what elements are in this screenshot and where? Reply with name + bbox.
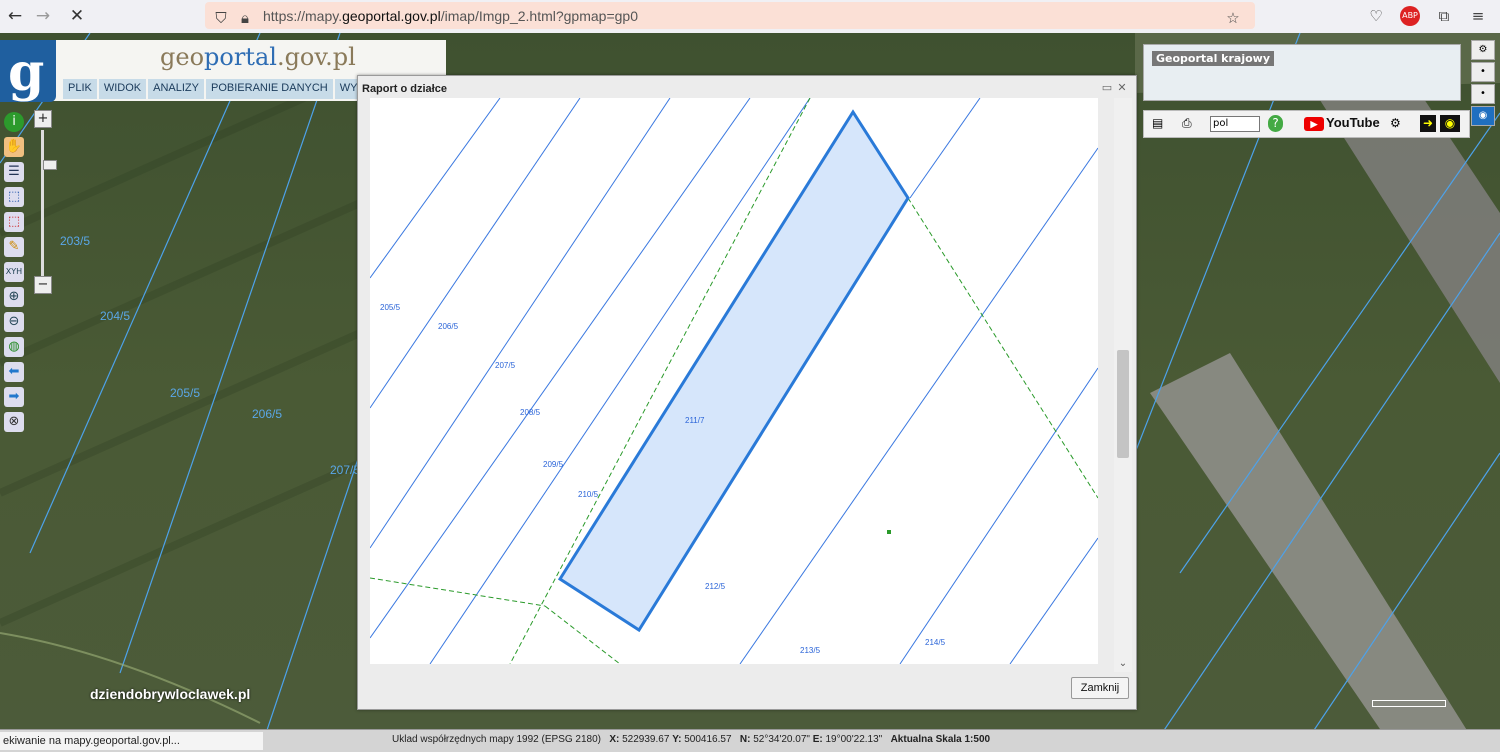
scroll-down-icon[interactable]: ⌄ bbox=[1116, 658, 1130, 670]
stop-icon[interactable]: ✕ bbox=[66, 5, 88, 27]
pencil-icon[interactable]: ✎ bbox=[4, 237, 24, 257]
select-area-icon[interactable]: ⬚ bbox=[4, 212, 24, 232]
right-side-buttons: ⚙ • • ◉ bbox=[1471, 40, 1495, 128]
map-parcel-label: 204/5 bbox=[100, 309, 131, 323]
status-bar: ekiwanie na mapy.geoportal.gov.pl... Ukl… bbox=[0, 729, 1500, 752]
menu-plik[interactable]: PLIK bbox=[63, 79, 97, 99]
visibility-icon[interactable]: ◉ bbox=[1471, 106, 1495, 126]
zoom-slider[interactable]: + − bbox=[34, 110, 57, 298]
parcel-label: 207/5 bbox=[495, 361, 516, 370]
geoportal-wordmark: geoportal.gov.pl bbox=[160, 43, 356, 71]
zoom-out-icon[interactable]: ⊖ bbox=[4, 312, 24, 332]
table-icon[interactable]: ▤ bbox=[1152, 115, 1163, 132]
minimize-icon[interactable]: ▭ bbox=[1101, 82, 1113, 94]
map-parcel-label: 203/5 bbox=[60, 234, 91, 248]
close-icon[interactable]: ✕ bbox=[1116, 82, 1128, 94]
parcel-label: 212/5 bbox=[705, 582, 726, 591]
globe-icon[interactable]: ◍ bbox=[4, 337, 24, 357]
contrast-arrow-icon[interactable]: ➜ bbox=[1420, 115, 1436, 132]
browser-toolbar: ← → ✕ ⛉ 🔒︎ https://mapy.geoportal.gov.pl… bbox=[0, 0, 1500, 34]
dialog-scrollbar[interactable]: ⌄ bbox=[1114, 98, 1132, 672]
dialog-title: Raport o działce bbox=[362, 83, 447, 95]
map-parcel-label: 205/5 bbox=[170, 386, 201, 400]
contrast-eye-icon[interactable]: ◉ bbox=[1440, 115, 1460, 132]
menu-widok[interactable]: WIDOK bbox=[98, 79, 147, 99]
parcel-label: 205/5 bbox=[380, 303, 401, 312]
geoportal-logo[interactable]: g bbox=[0, 40, 56, 103]
address-bar[interactable]: ⛉ 🔒︎ https://mapy.geoportal.gov.pl/imap/… bbox=[205, 2, 1255, 29]
menu-icon[interactable]: ≡ bbox=[1468, 6, 1488, 26]
url-text: https://mapy.geoportal.gov.pl/imap/Imgp_… bbox=[263, 8, 638, 24]
back-arrow-icon[interactable]: ⬅ bbox=[4, 362, 24, 382]
selected-parcel-label: 211/7 bbox=[685, 416, 705, 425]
overview-title: Geoportal krajowy bbox=[1152, 51, 1275, 66]
layer-dot-icon[interactable]: • bbox=[1471, 62, 1495, 82]
parcel-label: 206/5 bbox=[438, 322, 459, 331]
back-icon[interactable]: ← bbox=[4, 5, 26, 27]
parcel-label: 213/5 bbox=[800, 646, 821, 655]
settings-icon[interactable]: ⚙ bbox=[1471, 40, 1495, 60]
select-icon[interactable]: ⬚ bbox=[4, 187, 24, 207]
parcel-label: 209/5 bbox=[543, 460, 564, 469]
forward-icon[interactable]: → bbox=[32, 5, 54, 27]
extensions-icon[interactable]: ⧉ bbox=[1434, 6, 1454, 26]
scale-bar bbox=[1372, 700, 1446, 707]
zoom-in-icon[interactable]: ⊕ bbox=[4, 287, 24, 307]
menu-pobieranie[interactable]: POBIERANIE DANYCH bbox=[206, 79, 333, 99]
map-parcel-label: 207/5 bbox=[330, 463, 361, 477]
parcel-map-view: 205/5 206/5 207/5 208/5 209/5 210/5 211/… bbox=[370, 98, 1098, 664]
parcel-label: 214/5 bbox=[925, 638, 946, 647]
adblock-icon[interactable]: ABP bbox=[1400, 6, 1420, 26]
right-toolbar: ▤ ⎙ pol ? ▶ YouTube ⚙ ➜ ◉ bbox=[1143, 110, 1470, 138]
info-icon[interactable]: i bbox=[4, 112, 24, 132]
legend-icon[interactable]: ☰ bbox=[4, 162, 24, 182]
zoom-plus-button[interactable]: + bbox=[34, 110, 52, 128]
main-menu: PLIK WIDOK ANALIZY POBIERANIE DANYCH WY bbox=[63, 79, 363, 99]
xyh-icon[interactable]: XYH bbox=[4, 262, 24, 282]
watermark: dziendobrywloclawek.pl bbox=[90, 686, 251, 702]
close-button[interactable]: Zamknij bbox=[1071, 677, 1129, 699]
pan-hand-icon[interactable]: ✋ bbox=[4, 137, 24, 157]
shield-icon[interactable]: ⛉ bbox=[211, 8, 231, 28]
coordinates-readout: Uklad współrzędnych mapy 1992 (EPSG 2180… bbox=[392, 734, 991, 745]
layer-dot-icon[interactable]: • bbox=[1471, 84, 1495, 104]
parcel-drawing bbox=[370, 98, 1098, 664]
overview-map[interactable]: Geoportal krajowy bbox=[1143, 44, 1461, 101]
menu-analizy[interactable]: ANALIZY bbox=[148, 79, 204, 99]
bookmark-star-icon[interactable]: ☆ bbox=[1223, 8, 1243, 28]
parcel-label: 210/5 bbox=[578, 490, 599, 499]
map-toolbar: i ✋ ☰ ⬚ ⬚ ✎ XYH ⊕ ⊖ ◍ ⬅ ➡ ⊗ bbox=[4, 112, 26, 437]
language-select[interactable]: pol bbox=[1210, 116, 1260, 132]
help-icon[interactable]: ? bbox=[1268, 115, 1283, 132]
lock-icon[interactable]: 🔒︎ bbox=[235, 8, 255, 28]
parcel-report-dialog: Raport o działce ▭ ✕ 205/5 206/5 207/5 2… bbox=[357, 75, 1137, 710]
youtube-link[interactable]: ▶ YouTube bbox=[1304, 115, 1380, 131]
print-icon[interactable]: ⎙ bbox=[1182, 115, 1192, 132]
zoom-minus-button[interactable]: − bbox=[34, 276, 52, 294]
parcel-label: 208/5 bbox=[520, 408, 541, 417]
map-parcel-label: 206/5 bbox=[252, 407, 283, 421]
scrollbar-thumb[interactable] bbox=[1117, 350, 1129, 458]
youtube-play-icon: ▶ bbox=[1304, 116, 1324, 131]
forward-arrow-icon[interactable]: ➡ bbox=[4, 387, 24, 407]
zoom-track[interactable] bbox=[41, 130, 57, 280]
clear-icon[interactable]: ⊗ bbox=[4, 412, 24, 432]
zoom-handle[interactable] bbox=[43, 160, 57, 170]
loading-status: ekiwanie na mapy.geoportal.gov.pl... bbox=[0, 732, 263, 750]
pocket-icon[interactable]: ♡ bbox=[1366, 6, 1386, 26]
wheelchair-icon[interactable]: ⚙ bbox=[1390, 115, 1401, 132]
